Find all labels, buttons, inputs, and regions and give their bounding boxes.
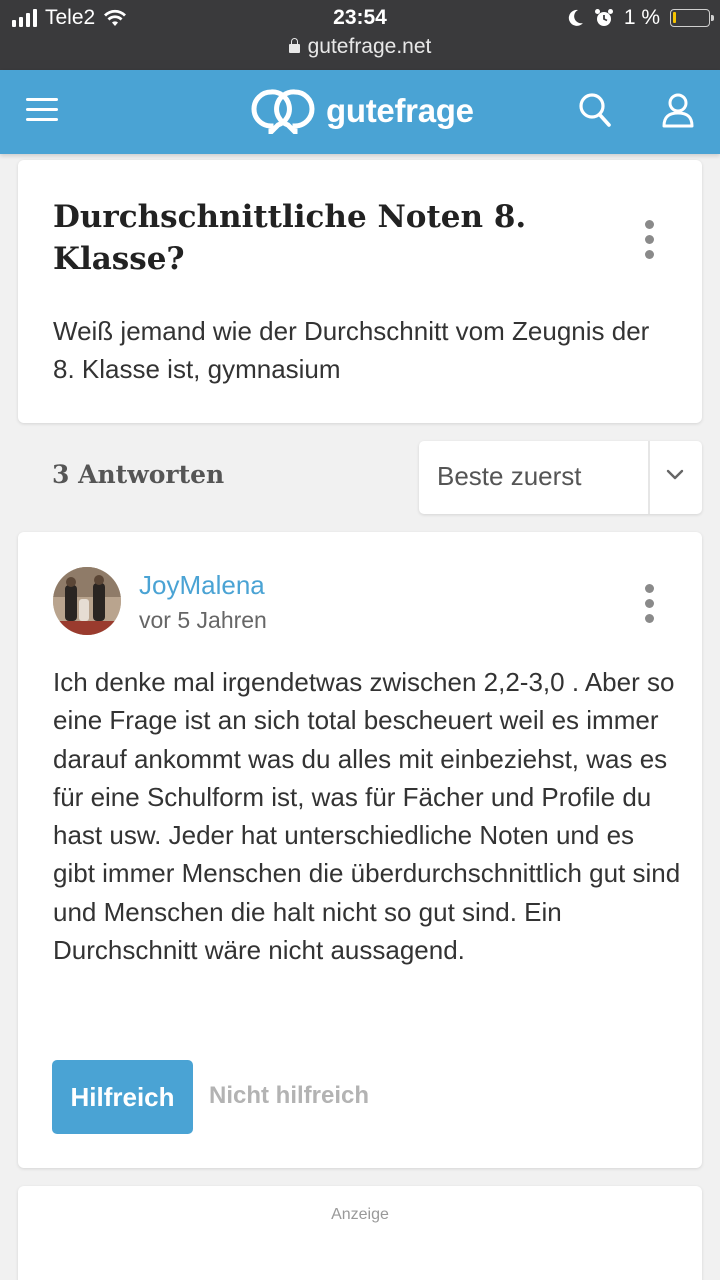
- ad-label: Anzeige: [331, 1206, 389, 1223]
- sort-divider: [648, 441, 650, 514]
- sort-selected-value: Beste zuerst: [437, 461, 582, 491]
- url-text: gutefrage.net: [307, 35, 432, 58]
- alarm-icon: [594, 9, 613, 26]
- answer-card: JoyMalena vor 5 Jahren Ich denke mal irg…: [18, 532, 702, 1168]
- answer-more-icon[interactable]: [645, 584, 657, 629]
- logo-text: gutefrage: [326, 92, 474, 129]
- answer-body: Ich denke mal irgendetwas zwischen 2,2-3…: [53, 667, 681, 966]
- app-header: gutefrage: [0, 70, 720, 154]
- user-icon[interactable]: [661, 92, 695, 128]
- address-bar[interactable]: gutefrage.net: [0, 35, 720, 59]
- question-card: Durchschnittliche Noten 8. Klasse? Weiß …: [18, 160, 702, 423]
- status-right: 1 %: [568, 6, 714, 30]
- question-more-icon[interactable]: [645, 220, 657, 265]
- status-bar: Tele2 23:54 gutefrage.net 1 %: [0, 0, 720, 70]
- menu-icon[interactable]: [26, 98, 58, 122]
- answer-timestamp: vor 5 Jahren: [139, 607, 267, 633]
- question-body: Weiß jemand wie der Durchschnitt vom Zeu…: [53, 316, 650, 384]
- ad-card: Anzeige: [18, 1186, 702, 1280]
- not-helpful-button[interactable]: Nicht hilfreich: [209, 1082, 369, 1110]
- search-icon[interactable]: [578, 92, 612, 128]
- sort-dropdown[interactable]: Beste zuerst: [419, 441, 702, 514]
- moon-icon: [568, 9, 583, 26]
- chevron-down-icon: [666, 469, 684, 480]
- answer-author[interactable]: JoyMalena: [139, 570, 265, 601]
- gutefrage-logo-icon: [251, 89, 315, 134]
- question-title: Durchschnittliche Noten 8. Klasse?: [53, 199, 527, 277]
- logo[interactable]: gutefrage: [250, 88, 474, 134]
- helpful-button[interactable]: Hilfreich: [52, 1060, 193, 1134]
- lock-icon: [288, 38, 300, 53]
- answers-count: 3 Antworten: [52, 460, 225, 489]
- battery-icon: [670, 9, 714, 27]
- avatar[interactable]: [53, 567, 121, 635]
- battery-percent: 1 %: [623, 6, 660, 29]
